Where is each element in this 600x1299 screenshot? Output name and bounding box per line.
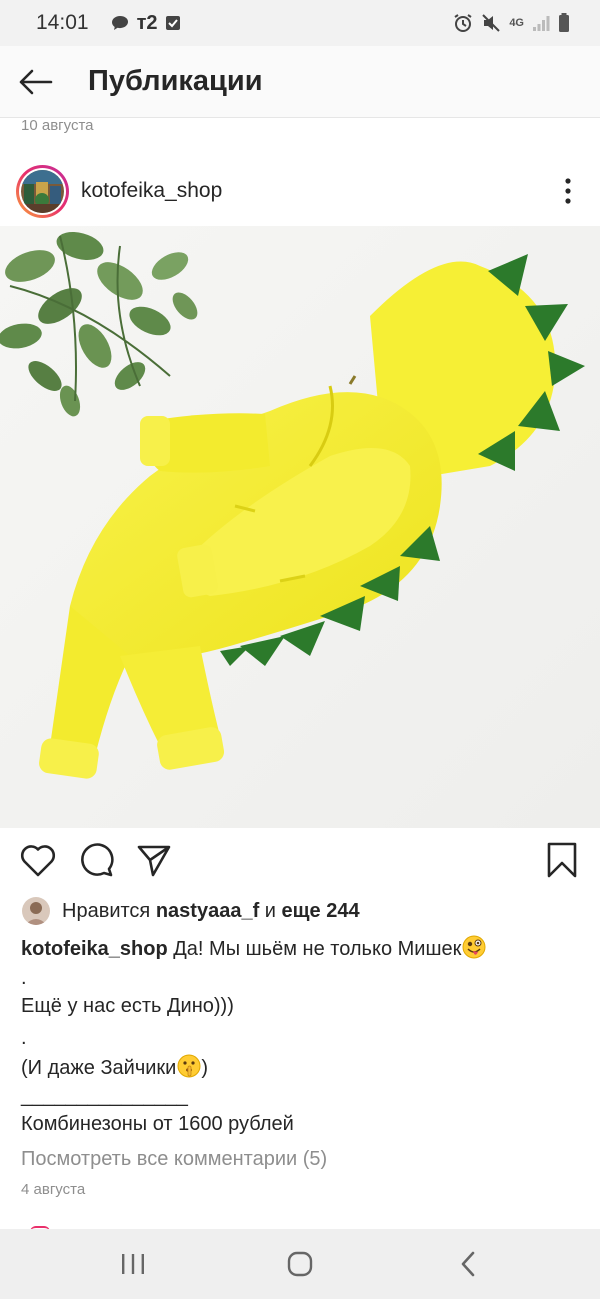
caption-text-4: .: [21, 1027, 27, 1049]
more-vertical-icon: [565, 178, 571, 204]
home-button[interactable]: [270, 1244, 330, 1284]
caption-line-5: (И даже Зайчики): [21, 1054, 208, 1084]
share-button[interactable]: [134, 840, 174, 880]
comment-button[interactable]: [76, 840, 116, 880]
mute-icon: [481, 13, 501, 33]
post-actions: [0, 836, 600, 886]
post-username[interactable]: kotofeika_shop: [81, 179, 222, 203]
avatar-image: [21, 169, 64, 213]
likes-others[interactable]: еще 244: [282, 900, 360, 923]
caption-divider: _______________: [21, 1085, 188, 1107]
caption-text-2: .: [21, 967, 27, 989]
status-time: 14:01: [36, 11, 89, 34]
chevron-left-icon: [461, 1251, 475, 1277]
page-title: Публикации: [88, 65, 263, 97]
previous-post-date: 10 августа: [21, 117, 94, 134]
avatar[interactable]: [16, 164, 69, 218]
back-button[interactable]: [0, 46, 70, 118]
caption-text-3: Ещё у нас есть Дино))): [21, 995, 234, 1017]
post-header: kotofeika_shop: [0, 156, 600, 226]
save-button[interactable]: [542, 840, 582, 880]
post-date: 4 августа: [21, 1181, 86, 1198]
message-icon: [111, 15, 129, 31]
recent-apps-icon: [122, 1254, 144, 1274]
shushing-face-emoji: [177, 1054, 201, 1084]
system-back-button[interactable]: [438, 1244, 498, 1284]
caption-text-5a: (И даже Зайчики: [21, 1057, 177, 1079]
likes-row[interactable]: Нравится nastyaaa_f и еще 244: [22, 896, 360, 926]
caption-text-1: Да! Мы шьём не только Мишек: [173, 938, 462, 960]
likes-prefix: Нравится: [62, 899, 151, 922]
battery-icon: [558, 13, 570, 33]
likes-user[interactable]: nastyaaa_f: [156, 900, 259, 923]
caption-first-line: kotofeika_shop Да! Мы шьём не только Миш…: [21, 935, 486, 965]
network-type: 4G: [509, 16, 524, 29]
like-button[interactable]: [18, 840, 58, 880]
caption-author[interactable]: kotofeika_shop: [21, 938, 168, 960]
comment-icon: [81, 843, 114, 877]
winking-tongue-emoji: [462, 935, 486, 965]
app-header: Публикации: [0, 46, 600, 118]
signal-icon: [532, 14, 550, 32]
caption-text-7: Комбинезоны от 1600 рублей: [21, 1113, 294, 1135]
more-options-button[interactable]: [558, 171, 578, 211]
likes-joiner: и: [264, 899, 276, 922]
bookmark-icon: [547, 842, 577, 878]
liker-avatar: [22, 897, 50, 925]
caption-text-5b: ): [201, 1057, 209, 1079]
post-photo[interactable]: [0, 226, 600, 828]
system-nav-bar: [0, 1229, 600, 1299]
alarm-icon: [453, 13, 473, 33]
checkbox-notification-icon: [165, 15, 181, 31]
send-icon: [137, 845, 171, 877]
carrier-label: т2: [136, 11, 158, 34]
status-bar: 14:01 т2 4G: [0, 0, 600, 46]
dino-jumpsuit-photo: [0, 226, 600, 828]
arrow-left-icon: [19, 69, 53, 94]
heart-icon: [20, 845, 56, 877]
view-all-comments-link[interactable]: Посмотреть все комментарии (5): [21, 1148, 327, 1171]
home-icon: [287, 1251, 313, 1277]
recent-apps-button[interactable]: [103, 1244, 163, 1284]
